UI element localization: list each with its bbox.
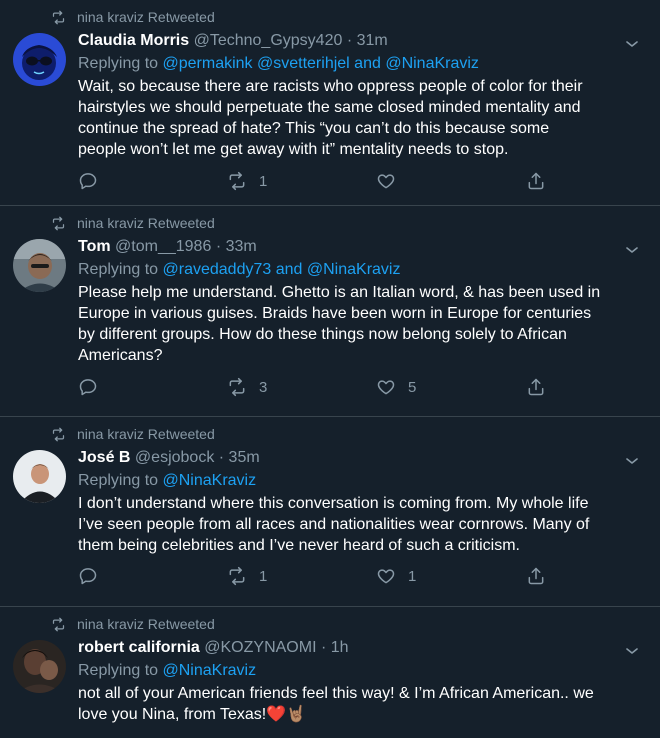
share-button[interactable]	[526, 566, 546, 586]
retweeted-by-label: nina kraviz Retweeted	[77, 215, 215, 231]
like-icon	[377, 380, 395, 395]
retweeted-by-label: nina kraviz Retweeted	[77, 9, 215, 25]
tweet-text: I don’t understand where this conversati…	[78, 495, 590, 554]
mention-link[interactable]: @permakink	[163, 55, 253, 72]
tweet[interactable]: nina kraviz Retweeted Claudia Morris @Te…	[0, 0, 660, 206]
mention-link[interactable]: @svetterihjel	[257, 55, 350, 72]
mention-link[interactable]: @NinaKraviz	[307, 261, 401, 278]
replying-to-label: Replying to	[78, 55, 159, 72]
reply-icon	[79, 173, 97, 190]
tweet[interactable]: nina kraviz Retweeted Tom @tom__1986 · 3…	[0, 206, 660, 417]
display-name[interactable]: robert california	[78, 639, 200, 656]
share-button[interactable]	[526, 377, 546, 397]
retweet-context: nina kraviz Retweeted	[51, 215, 215, 231]
like-count: 5	[408, 378, 417, 396]
timestamp[interactable]: 35m	[229, 449, 260, 466]
share-icon	[528, 378, 544, 396]
retweet-icon	[52, 216, 65, 230]
avatar[interactable]	[13, 640, 66, 693]
tweet[interactable]: nina kraviz Retweeted José B @esjobock ·…	[0, 417, 660, 607]
retweeted-by-label: nina kraviz Retweeted	[77, 426, 215, 442]
tweet-actions: 3 5	[78, 377, 660, 399]
mention-link[interactable]: @NinaKraviz	[163, 472, 257, 489]
retweet-button[interactable]: 1	[227, 566, 267, 586]
replying-to-label: Replying to	[78, 662, 159, 679]
timeline-feed: nina kraviz Retweeted Claudia Morris @Te…	[0, 0, 660, 738]
user-handle[interactable]: @esjobock	[135, 449, 214, 466]
retweet-button[interactable]: 1	[227, 171, 267, 191]
user-handle[interactable]: @Techno_Gypsy420	[194, 32, 343, 49]
tweet-actions: 1 1	[78, 566, 660, 588]
retweet-icon	[229, 566, 245, 586]
reply-icon	[79, 379, 97, 396]
mention-link[interactable]: @NinaKraviz	[163, 662, 257, 679]
mention-conjunction: and	[275, 261, 303, 278]
retweet-count: 1	[259, 567, 268, 585]
timestamp[interactable]: 31m	[357, 32, 388, 49]
tweet-header: José B @esjobock · 35m	[78, 447, 640, 469]
user-handle[interactable]: @KOZYNAOMI	[204, 639, 316, 656]
replying-to-label: Replying to	[78, 472, 159, 489]
tweet-header: Claudia Morris @Techno_Gypsy420 · 31m	[78, 30, 640, 52]
share-icon	[528, 172, 544, 190]
like-count: 1	[408, 567, 417, 585]
tweet-text: not all of your American friends feel th…	[78, 685, 594, 723]
retweet-icon	[52, 427, 65, 441]
like-icon	[377, 174, 395, 189]
reply-button[interactable]	[78, 171, 98, 191]
replying-to: Replying to @NinaKraviz	[78, 470, 640, 492]
avatar[interactable]	[13, 33, 66, 86]
replying-to: Replying to @ravedaddy73 and @NinaKraviz	[78, 259, 640, 281]
retweet-context: nina kraviz Retweeted	[51, 616, 215, 632]
tweet[interactable]: nina kraviz Retweeted robert california …	[0, 607, 660, 738]
avatar[interactable]	[13, 239, 66, 292]
like-button[interactable]: 5	[376, 377, 416, 397]
timestamp[interactable]: 33m	[226, 238, 257, 255]
tweet-actions: 1	[78, 171, 660, 193]
retweet-button[interactable]: 3	[227, 377, 267, 397]
timestamp[interactable]: 1h	[331, 639, 349, 656]
retweet-icon	[229, 377, 245, 397]
retweet-icon	[52, 10, 65, 24]
retweet-icon	[229, 171, 245, 191]
replying-to-label: Replying to	[78, 261, 159, 278]
retweet-count: 1	[259, 172, 268, 190]
like-icon	[377, 569, 395, 584]
display-name[interactable]: José B	[78, 449, 130, 466]
share-button[interactable]	[526, 171, 546, 191]
reply-icon	[79, 568, 97, 585]
retweet-count: 3	[259, 378, 268, 396]
avatar[interactable]	[13, 450, 66, 503]
separator-dot: ·	[218, 449, 225, 466]
tweet-header: Tom @tom__1986 · 33m	[78, 236, 640, 258]
tweet-text: Please help me understand. Ghetto is an …	[78, 284, 601, 364]
display-name[interactable]: Tom	[78, 238, 111, 255]
tweet-header: robert california @KOZYNAOMI · 1h	[78, 637, 640, 659]
reply-button[interactable]	[78, 377, 98, 397]
mention-conjunction: and	[354, 55, 381, 72]
display-name[interactable]: Claudia Morris	[78, 32, 189, 49]
retweet-context: nina kraviz Retweeted	[51, 9, 215, 25]
user-handle[interactable]: @tom__1986	[115, 238, 211, 255]
retweet-context: nina kraviz Retweeted	[51, 426, 215, 442]
retweet-icon	[52, 617, 65, 631]
share-icon	[528, 567, 544, 585]
separator-dot: ·	[320, 639, 327, 656]
tweet-text: Wait, so because there are racists who o…	[78, 78, 583, 158]
reply-button[interactable]	[78, 566, 98, 586]
mention-link[interactable]: @ravedaddy73	[163, 261, 272, 278]
like-button[interactable]: 1	[376, 566, 416, 586]
replying-to: Replying to @permakink @svetterihjel and…	[78, 53, 640, 75]
retweeted-by-label: nina kraviz Retweeted	[77, 616, 215, 632]
mention-link[interactable]: @NinaKraviz	[385, 55, 479, 72]
separator-dot: ·	[346, 32, 353, 49]
like-button[interactable]	[376, 171, 396, 191]
replying-to: Replying to @NinaKraviz	[78, 660, 640, 682]
separator-dot: ·	[215, 238, 222, 255]
